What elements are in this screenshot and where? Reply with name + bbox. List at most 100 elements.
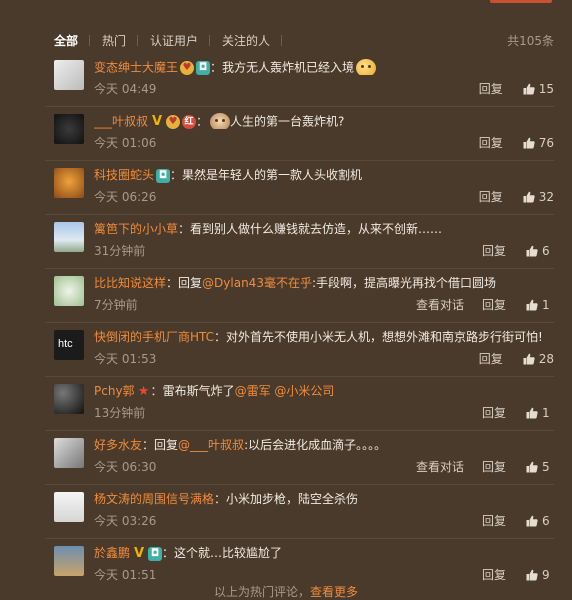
username-link[interactable]: ___叶叔叔 <box>94 115 148 129</box>
like-button[interactable]: 28 <box>523 351 554 367</box>
like-button[interactable]: 6 <box>526 243 554 259</box>
like-button[interactable]: 1 <box>526 297 554 313</box>
like-button[interactable]: 32 <box>523 189 554 205</box>
avatar[interactable] <box>54 60 84 90</box>
reply-link[interactable]: 回复 <box>482 567 506 583</box>
thumbs-up-icon <box>526 461 538 473</box>
like-count: 28 <box>538 352 554 366</box>
reply-link[interactable]: 回复 <box>482 243 506 259</box>
username-link[interactable]: 好多水友 <box>94 438 142 452</box>
comment-actions: 回复 9 <box>464 567 554 583</box>
reply-link[interactable]: 回复 <box>482 459 506 475</box>
tab-verified[interactable]: 认证用户 <box>150 32 211 49</box>
top-accent-bar <box>490 0 552 3</box>
comment-list: 变态绅士大魔王 ♥ ◘ ：我方无人轰炸机已经入境 今天 04:49 回复 15 ___叶叔叔 V… <box>45 53 554 592</box>
mention-link[interactable]: @小米公司 <box>274 384 334 398</box>
comment-text: 看到别人做什么赚钱就去仿造，从来不创新…… <box>190 222 443 236</box>
view-more-link[interactable]: 查看更多 <box>310 585 358 599</box>
avatar[interactable] <box>54 438 84 468</box>
thumbs-up-icon <box>526 569 538 581</box>
separator: ： <box>150 384 163 398</box>
like-count: 76 <box>538 136 554 150</box>
username-link[interactable]: 杨文涛的周围信号满格 <box>94 492 214 506</box>
username-link[interactable]: 快倒闭的手机厂商HTC <box>94 330 214 344</box>
username-link[interactable]: 篱笆下的小小草 <box>94 222 178 236</box>
view-dialog-link[interactable]: 查看对话 <box>416 297 464 313</box>
reply-link[interactable]: 回复 <box>482 513 506 529</box>
meta-line: 今天 01:06 回复 76 <box>94 135 554 151</box>
reply-link[interactable]: 回复 <box>482 405 506 421</box>
mention-link[interactable]: @雷军 <box>235 384 271 398</box>
username-link[interactable]: 比比知说这样 <box>94 276 166 290</box>
username-link[interactable]: 变态绅士大魔王 <box>94 61 178 75</box>
separator: ： <box>142 438 155 452</box>
reply-link[interactable]: 回复 <box>479 189 503 205</box>
username-link[interactable]: 科技圈蛇头 <box>94 168 154 182</box>
avatar[interactable] <box>54 168 84 198</box>
avatar[interactable] <box>54 492 84 522</box>
meta-line: 今天 06:30 查看对话 回复 5 <box>94 459 554 475</box>
like-button[interactable]: 1 <box>526 405 554 421</box>
avatar[interactable] <box>54 222 84 252</box>
like-button[interactable]: 5 <box>526 459 554 475</box>
comment-text: 回复 <box>154 438 179 452</box>
comment-row: 科技圈蛇头 ◘ ：果然是年轻人的第一款人头收割机 今天 06:26 回复 32 <box>45 160 554 214</box>
like-button[interactable]: 76 <box>523 135 554 151</box>
comment-text: 回复 <box>178 276 203 290</box>
comment-line: 於鑫鹏 V ◘ ：这个就…比较尴尬了 <box>94 545 554 561</box>
mention-link[interactable]: @Dylan43毫不在乎 <box>202 276 312 290</box>
avatar[interactable]: htc <box>54 330 84 360</box>
like-count: 6 <box>542 514 550 528</box>
tab-all[interactable]: 全部 <box>54 32 91 49</box>
comment-filter-bar: 全部 热门 认证用户 关注的人 共105条 <box>54 30 554 50</box>
camera-badge-icon: ◘ <box>148 546 163 561</box>
reply-link[interactable]: 回复 <box>479 351 503 367</box>
like-button[interactable]: 9 <box>526 567 554 583</box>
comment-text: 小米加步枪，陆空全杀伤 <box>226 492 359 506</box>
comment-text: :以后会进化成血滴子。。。。 <box>244 438 387 452</box>
username-link[interactable]: 於鑫鹏 <box>94 546 130 560</box>
reply-link[interactable]: 回复 <box>479 81 503 97</box>
meta-line: 7分钟前 查看对话 回复 1 <box>94 297 554 313</box>
like-count: 32 <box>538 190 554 204</box>
comment-line: ___叶叔叔 V ♥ 红： 人生的第一台轰炸机? <box>94 113 554 129</box>
camera-badge-icon: ◘ <box>156 168 171 183</box>
thumbs-up-icon <box>526 515 538 527</box>
comment-text: 对外首先不使用小米无人机，想想外滩和南京路步行街可怕! <box>226 330 543 344</box>
like-button[interactable]: 6 <box>526 513 554 529</box>
comment-row: htc 快倒闭的手机厂商HTC：对外首先不使用小米无人机，想想外滩和南京路步行街可… <box>45 322 554 376</box>
comment-actions: 回复 32 <box>461 189 554 205</box>
reply-link[interactable]: 回复 <box>479 135 503 151</box>
htc-logo: htc <box>58 338 73 350</box>
thumbs-up-icon <box>523 191 535 203</box>
meta-line: 13分钟前 回复 1 <box>94 405 554 421</box>
mention-link[interactable]: @___叶叔叔 <box>178 438 244 452</box>
comment-row: Pchy郭 ★：雷布斯气炸了@雷军 @小米公司 13分钟前 回复 1 <box>45 376 554 430</box>
comment-text: 人生的第一台轰炸机? <box>230 114 345 129</box>
view-dialog-link[interactable]: 查看对话 <box>416 459 464 475</box>
dog-emoji-icon <box>210 113 231 129</box>
timestamp: 今天 01:06 <box>94 136 157 150</box>
comment-line: 变态绅士大魔王 ♥ ◘ ：我方无人轰炸机已经入境 <box>94 59 554 75</box>
tab-hot[interactable]: 热门 <box>102 32 139 49</box>
comment-text: :手段啊，提高曝光再找个借口圆场 <box>311 276 496 290</box>
avatar[interactable] <box>54 114 84 144</box>
timestamp: 今天 01:53 <box>94 352 157 366</box>
comment-actions: 回复 76 <box>461 135 554 151</box>
avatar[interactable] <box>54 546 84 576</box>
separator: ： <box>210 60 223 75</box>
timestamp: 今天 06:30 <box>94 460 157 474</box>
avatar[interactable] <box>54 276 84 306</box>
meta-line: 今天 01:51 回复 9 <box>94 567 554 583</box>
tab-following[interactable]: 关注的人 <box>222 32 283 49</box>
separator: ： <box>178 222 191 236</box>
heart-badge-icon: ♥ <box>180 61 195 75</box>
separator: ： <box>162 546 175 560</box>
comment-line: Pchy郭 ★：雷布斯气炸了@雷军 @小米公司 <box>94 383 554 399</box>
username-link[interactable]: Pchy郭 <box>94 384 135 398</box>
comment-row: 杨文涛的周围信号满格：小米加步枪，陆空全杀伤 今天 03:26 回复 6 <box>45 484 554 538</box>
comment-actions: 查看对话 回复 5 <box>398 459 554 475</box>
like-button[interactable]: 15 <box>523 81 554 97</box>
avatar[interactable] <box>54 384 84 414</box>
reply-link[interactable]: 回复 <box>482 297 506 313</box>
